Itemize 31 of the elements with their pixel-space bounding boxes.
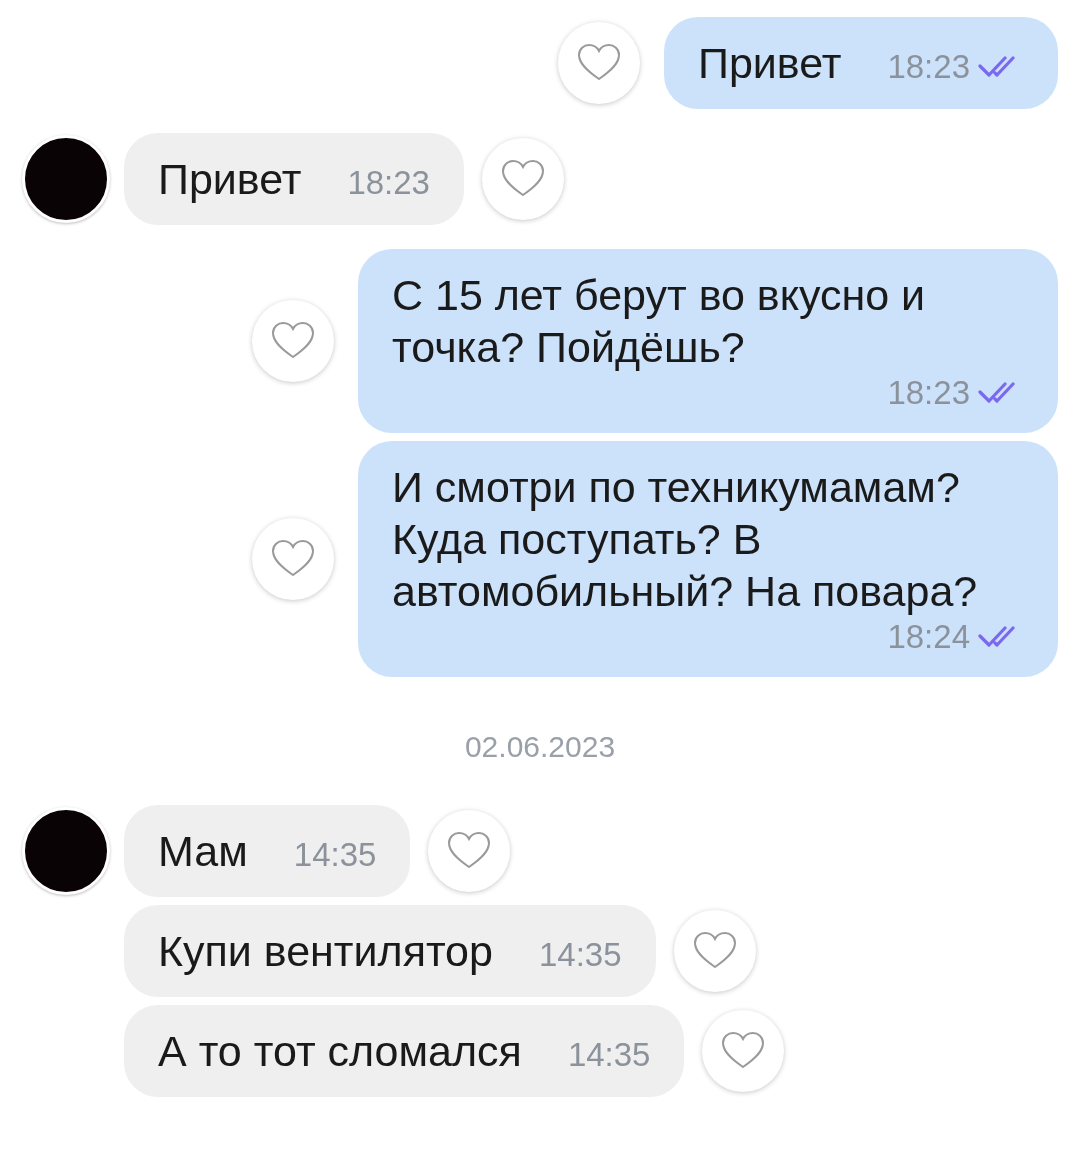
message-time: 14:35 bbox=[567, 1035, 651, 1075]
heart-icon bbox=[691, 931, 738, 971]
date-separator: 02.06.2023 bbox=[464, 729, 616, 765]
message-text: С 15 лет берут во вкусно и точка? Пойдёшь? bbox=[392, 270, 927, 373]
message-time: 18:23 bbox=[887, 373, 970, 413]
message-time: 14:35 bbox=[293, 835, 377, 875]
like-button[interactable] bbox=[558, 22, 640, 104]
heart-icon bbox=[270, 321, 316, 361]
message-time: 18:23 bbox=[347, 163, 430, 203]
like-button[interactable] bbox=[252, 300, 334, 382]
message-time: 18:24 bbox=[887, 617, 970, 657]
message-text: Привет bbox=[698, 38, 842, 89]
like-button[interactable] bbox=[428, 810, 511, 892]
like-button[interactable] bbox=[702, 1010, 785, 1092]
like-button[interactable] bbox=[252, 518, 334, 600]
like-button[interactable] bbox=[482, 138, 564, 220]
avatar[interactable] bbox=[22, 135, 110, 223]
message-text: Мам bbox=[158, 826, 248, 877]
heart-icon bbox=[576, 43, 622, 83]
message-text: И смотри по техникумамам? Куда поступать? В автомобильный? На повара? bbox=[392, 462, 979, 617]
heart-icon bbox=[500, 159, 546, 199]
like-button[interactable] bbox=[673, 910, 756, 992]
message-text: Купи вентилятор bbox=[158, 926, 493, 977]
message-text: А то тот сломался bbox=[158, 1026, 522, 1077]
message-time: 18:23 bbox=[887, 47, 970, 87]
message-text: Привет bbox=[158, 154, 302, 205]
heart-icon bbox=[720, 1031, 767, 1071]
message-time: 14:35 bbox=[538, 935, 622, 975]
heart-icon bbox=[270, 539, 316, 579]
avatar[interactable] bbox=[22, 807, 110, 895]
heart-icon bbox=[446, 831, 493, 871]
